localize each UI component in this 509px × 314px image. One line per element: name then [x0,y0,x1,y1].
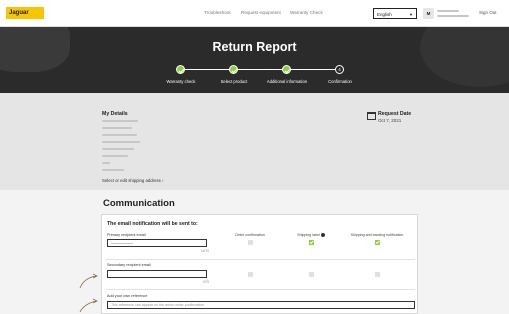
details-title: My Details [102,111,128,117]
nav-request-equipment[interactable]: Request equipment [241,10,281,15]
request-date-value: Oct 7, 2021 [378,118,402,123]
brand-logo[interactable]: Jaguar [6,7,44,19]
secondary-email-input[interactable] [107,270,207,278]
primary-order-confirmation-checkbox[interactable] [248,240,253,245]
col-shipping-label-text: Shipping label [297,233,320,237]
nav-warranty-check[interactable]: Warranty Check [290,10,323,15]
primary-email-redacted [111,242,133,244]
address-line-redacted [102,148,134,150]
nav-troubleshoot[interactable]: Troubleshoot [204,10,231,15]
step-label-select-product: Select product [220,79,248,84]
step-1-check-icon [176,65,185,74]
my-details-section: My Details Select or edit shipping addre… [0,93,509,190]
address-line-redacted [102,155,128,157]
divider [106,289,415,290]
page-title: Return Report [212,40,297,54]
avatar: M [423,8,434,19]
secondary-tracking-notification-checkbox[interactable] [375,272,380,277]
address-line-redacted [102,127,132,129]
address-line-redacted [102,134,137,136]
col-order-confirmation: Order confirmation [235,233,265,237]
address-line-redacted [102,120,138,122]
user-menu[interactable]: M [423,6,473,21]
language-value: English [377,12,392,17]
chevron-down-icon: ▼ [409,12,413,17]
step-label-additional-info: Additional information [266,79,308,84]
reference-input[interactable]: This reference can appear on the return … [107,301,415,309]
info-icon[interactable] [320,233,325,238]
primary-email-counter: 14/70 [201,249,209,253]
hero-decoration [420,27,509,87]
communication-title: Communication [103,198,175,209]
step-label-warranty-check: Warranty check [166,79,196,84]
user-email-redacted [437,15,469,17]
primary-shipping-label-checkbox[interactable] [309,240,314,245]
user-name-redacted [437,10,459,12]
reference-label: Add your own reference [107,294,148,298]
annotation-arrows [79,273,98,312]
secondary-order-confirmation-checkbox[interactable] [248,272,253,277]
step-2-check-icon [229,65,238,74]
primary-email-input[interactable] [107,239,207,247]
email-notification-card: The email notification will be sent to: … [101,214,418,314]
primary-email-label: Primary recipient email [107,233,146,237]
step-3-check-icon [282,65,291,74]
step-4-indicator: 4 [335,65,344,74]
progress-line [185,69,339,70]
sign-out-link[interactable]: Sign Out [479,10,497,15]
hero-banner: Return Report 4 Warranty check Select pr… [0,27,509,93]
address-line-redacted [102,141,140,143]
secondary-shipping-label-checkbox[interactable] [309,272,314,277]
col-shipping-tracking: Shipping and tracking notification [350,233,404,237]
language-select[interactable]: English ▼ [373,8,417,19]
address-line-redacted [102,162,110,164]
col-shipping-label: Shipping label [276,233,346,238]
edit-shipping-address-link[interactable]: Select or edit shipping address › [102,178,163,183]
secondary-email-label: Secondary recipient email [107,263,151,267]
request-date-label: Request Date [378,111,412,117]
secondary-email-counter: 0/70 [203,280,210,284]
top-navigation-bar: Jaguar Troubleshoot Request equipment Wa… [0,0,509,27]
card-title: The email notification will be sent to: [107,221,198,227]
address-line-redacted [102,169,124,171]
calendar-icon [367,112,376,120]
divider [106,259,415,260]
primary-tracking-notification-checkbox[interactable] [375,240,380,245]
step-label-confirmation: Confirmation [328,79,352,84]
